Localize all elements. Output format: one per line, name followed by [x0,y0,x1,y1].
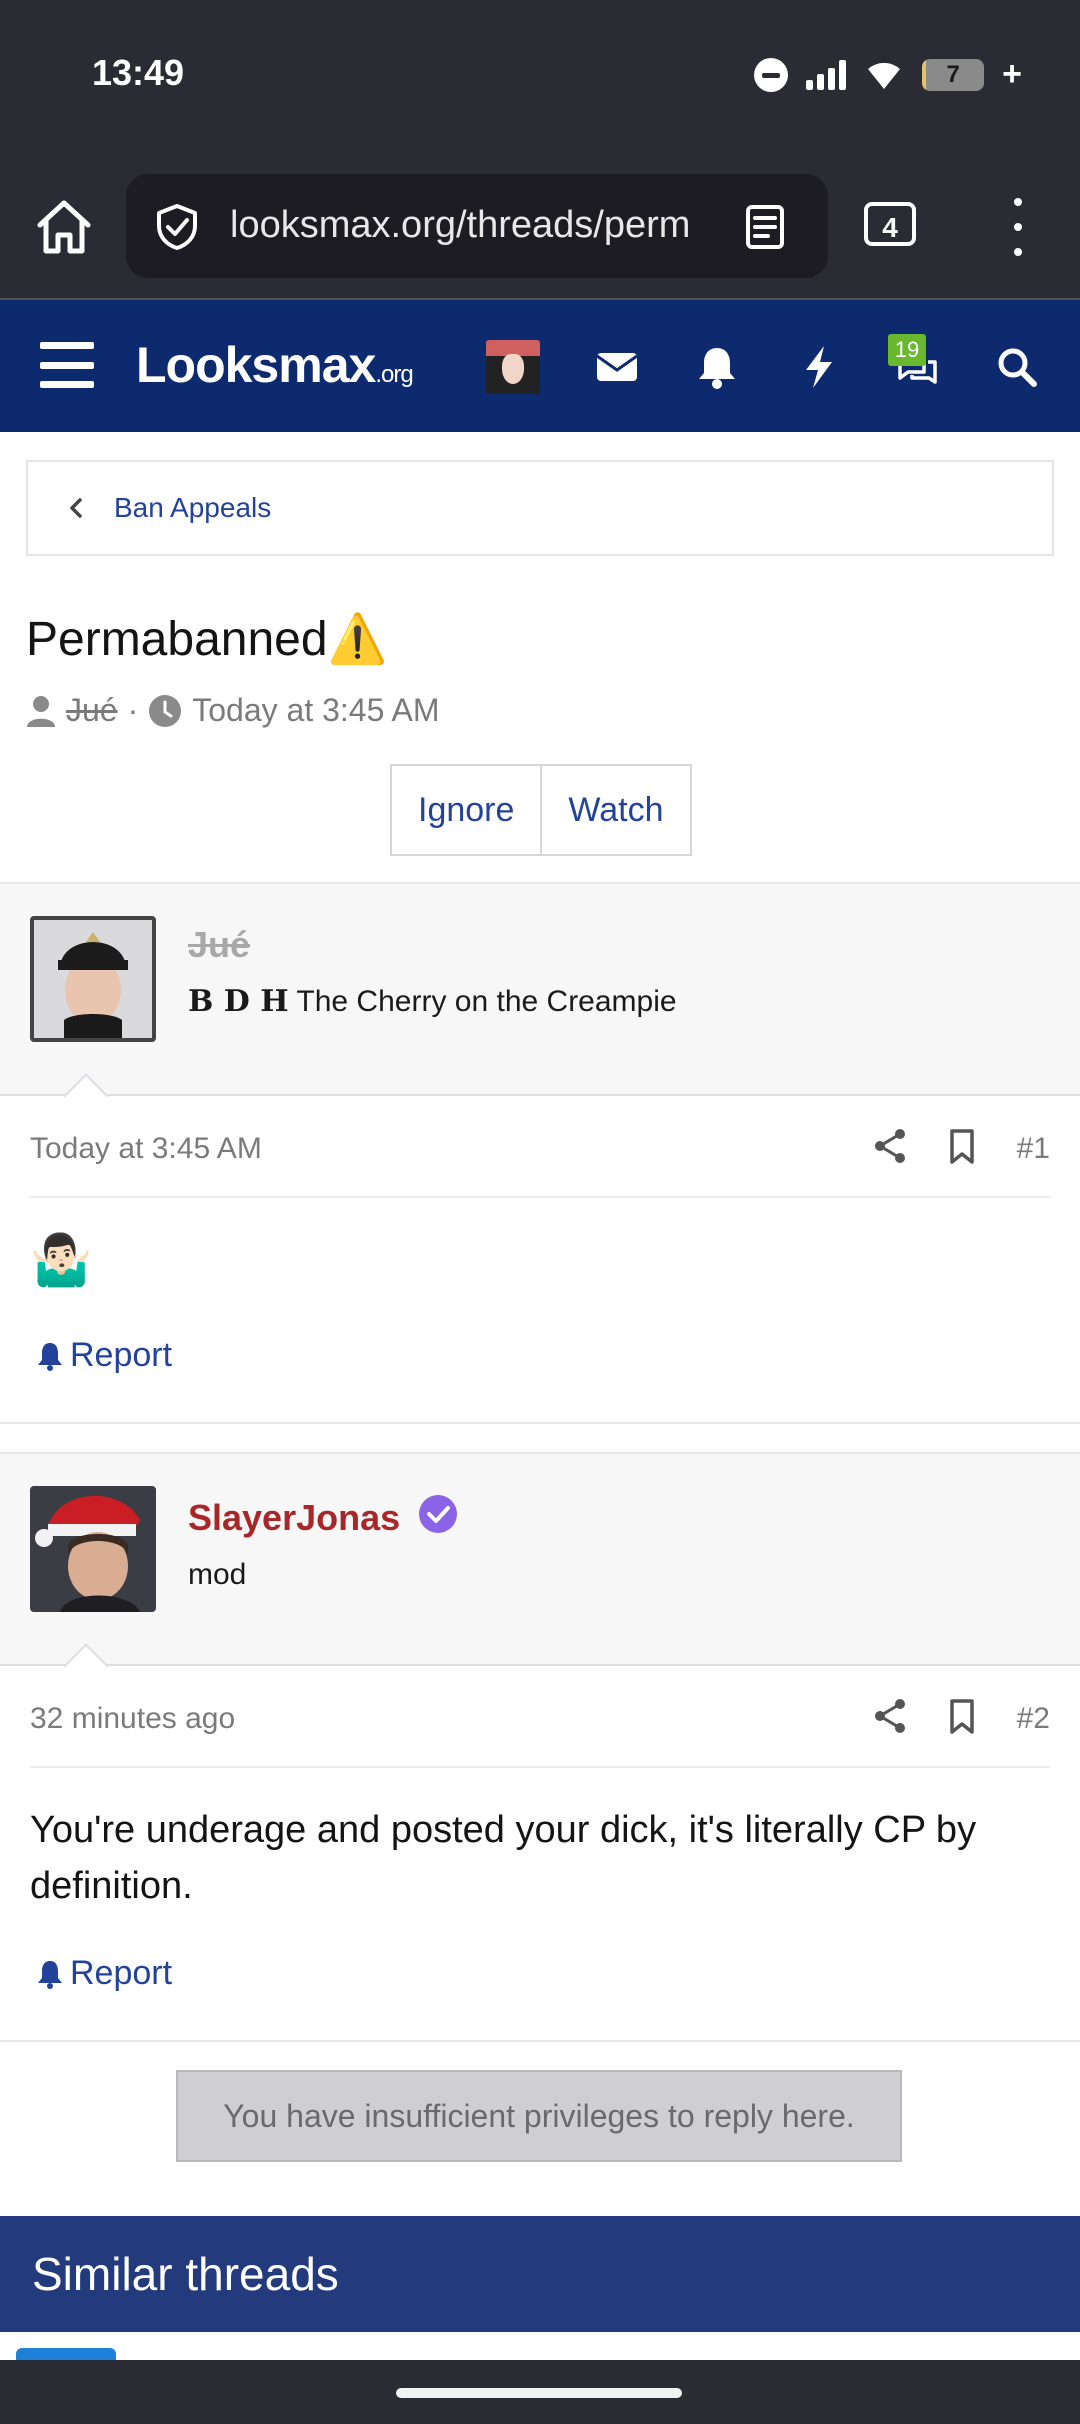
post-separator [0,2040,1080,2042]
bell-icon[interactable] [694,344,740,390]
home-gesture-pill[interactable] [396,2388,682,2398]
post-date[interactable]: Today at 3:45 AM [30,1132,262,1166]
report-link[interactable]: Report [36,1336,172,1375]
report-link[interactable]: Report [36,1954,172,1993]
report-label: Report [70,1336,173,1374]
wifi-icon [868,62,901,89]
post-separator [0,1422,1080,1424]
conversations-badge: 19 [888,334,926,366]
tab-count-button[interactable]: 4 [864,202,916,246]
post-date[interactable]: 32 minutes ago [30,1702,235,1736]
bell-icon [38,1960,62,1989]
user-icon [27,695,55,727]
thread-title: Permabanned [26,613,328,666]
clock-icon [149,694,182,727]
more-options-icon[interactable] [1000,198,1036,256]
do-not-disturb-icon [754,57,789,92]
signal-icon [806,59,847,90]
site-header: Looksmax.org [0,300,1080,432]
home-icon[interactable] [32,195,96,259]
warning-emoji: ⚠️ [327,613,388,666]
post-user-block: SlayerJonas mod [0,1452,1080,1689]
post-username[interactable]: SlayerJonas [188,1494,458,1539]
bolt-icon[interactable] [796,344,842,390]
thread-date[interactable]: Today at 3:45 AM [192,692,439,729]
user-avatar[interactable] [486,340,540,394]
charging-icon: + [1002,55,1022,93]
bookmark-icon[interactable] [942,1696,982,1736]
envelope-icon[interactable] [594,344,640,390]
post-meta: 32 minutes ago #2 [30,1666,1050,1768]
status-icons: 7 + [754,55,1022,94]
similar-threads-heading: Similar threads [0,2216,1080,2332]
breadcrumb-label: Ban Appeals [114,492,272,523]
status-time: 13:49 [92,52,185,93]
post-user-block: Jué 𝐁 𝐃 𝐇 The Cherry on the Creampie [0,882,1080,1119]
post-username[interactable]: Jué [188,924,250,966]
thread-author[interactable]: Jué [66,692,118,729]
avatar[interactable] [30,916,156,1042]
post-number[interactable]: #1 [1017,1132,1050,1166]
site-logo[interactable]: Looksmax.org [136,336,414,394]
status-bar: 13:49 7 + [0,0,1080,150]
user-title: mod [188,1558,247,1591]
reply-notice: You have insufficient privileges to repl… [176,2070,902,2162]
post-body: You're underage and posted your dick, it… [30,1809,977,1907]
menu-icon[interactable] [40,342,94,388]
post-body: 🤷🏻‍♂️ [30,1232,93,1288]
post-number[interactable]: #2 [1017,1702,1050,1736]
meta-separator: · [127,692,139,728]
share-icon[interactable] [870,1696,910,1736]
reader-mode-icon[interactable] [740,202,790,252]
watch-button[interactable]: Watch [542,764,692,856]
avatar[interactable] [30,1486,156,1612]
thread-meta: Jué · Today at 3:45 AM [26,692,440,729]
chevron-left-icon [70,498,82,518]
url-bar[interactable]: looksmax.org/threads/perm [126,174,828,278]
battery-level: 7 [946,60,960,88]
report-label: Report [70,1954,173,1992]
post-meta: Today at 3:45 AM #1 [30,1096,1050,1198]
bell-icon [38,1342,62,1371]
verified-badge-icon [419,1495,458,1533]
url-text: looksmax.org/threads/perm [230,204,691,246]
breadcrumb[interactable]: Ban Appeals [26,460,1054,556]
browser-toolbar: looksmax.org/threads/perm 4 [0,150,1080,300]
gesture-nav-bar [0,2360,1080,2424]
battery-icon: 7 [922,58,985,91]
similar-thread-peek[interactable] [16,2348,116,2360]
bookmark-icon[interactable] [942,1126,982,1166]
shield-check-icon[interactable] [152,202,202,252]
thread-actions: Ignore Watch [390,764,692,856]
search-icon[interactable] [994,344,1040,390]
user-title: 𝐁 𝐃 𝐇 The Cherry on the Creampie [188,984,677,1019]
share-icon[interactable] [870,1126,910,1166]
page-title: Permabanned⚠️ [26,610,387,667]
ignore-button[interactable]: Ignore [390,764,543,856]
